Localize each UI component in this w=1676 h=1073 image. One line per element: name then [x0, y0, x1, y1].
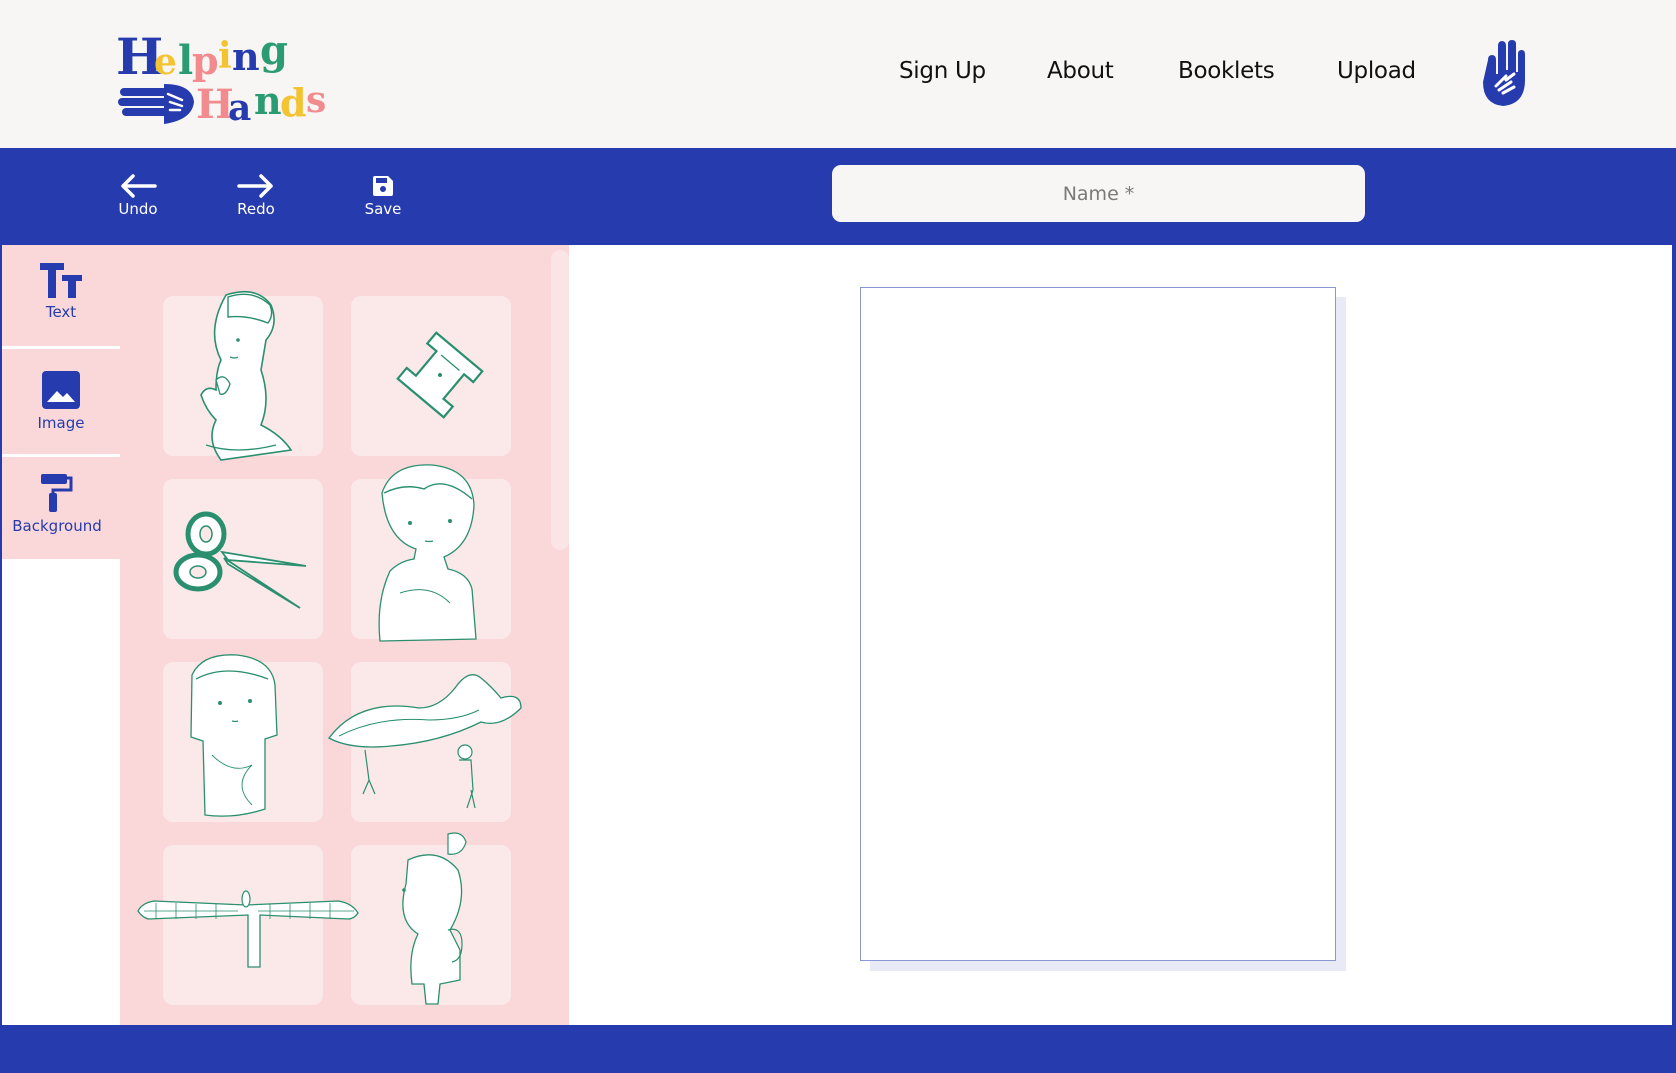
sticker-panel-scrollbar[interactable] [551, 250, 569, 550]
redo-button[interactable]: Redo [234, 174, 278, 218]
sticker-scissors[interactable] [172, 510, 312, 620]
sticker-girl-portrait[interactable] [182, 654, 282, 825]
tab-divider [2, 346, 120, 349]
svg-text:l: l [178, 37, 193, 84]
raised-hand-icon[interactable] [1482, 40, 1528, 106]
sticker-girl-with-backpack[interactable] [378, 830, 488, 1008]
sticker-angel-of-the-north[interactable] [136, 885, 360, 975]
tab-image-label: Image [37, 414, 85, 432]
tab-background-label: Background [12, 517, 102, 535]
tab-image[interactable]: Image [2, 370, 120, 432]
booklet-page-canvas[interactable] [860, 287, 1336, 961]
arrow-right-icon [237, 174, 273, 198]
undo-button[interactable]: Undo [116, 174, 160, 218]
tab-text[interactable]: Text [2, 261, 120, 321]
arrow-left-icon [121, 174, 157, 198]
nav-sign-up[interactable]: Sign Up [899, 58, 986, 84]
svg-text:s: s [306, 79, 326, 121]
nav-about[interactable]: About [1047, 58, 1114, 84]
paint-roller-icon [41, 474, 73, 512]
svg-text:e: e [154, 41, 177, 83]
booklet-name-input[interactable] [832, 165, 1365, 222]
redo-label: Redo [237, 200, 275, 218]
text-size-icon [40, 263, 82, 298]
nav-booklets[interactable]: Booklets [1178, 58, 1275, 84]
save-label: Save [364, 200, 402, 218]
svg-text:i: i [218, 35, 232, 77]
tool-tabs: Text Image Background [2, 245, 120, 559]
svg-text:p: p [192, 38, 219, 83]
sticker-pencil-sharpener[interactable] [390, 325, 490, 425]
svg-text:n: n [232, 34, 260, 79]
site-header: H e l p i n g H a n d s Sign Up About Bo… [0, 0, 1676, 148]
svg-text:n: n [254, 78, 282, 123]
nav-upload[interactable]: Upload [1337, 58, 1416, 84]
sticker-panel [120, 245, 569, 1025]
helping-hands-logo[interactable]: H e l p i n g H a n d s [116, 24, 336, 124]
tab-text-label: Text [45, 303, 77, 321]
undo-label: Undo [118, 200, 158, 218]
sticker-boy-portrait[interactable] [370, 463, 480, 643]
sticker-dragon-dance[interactable] [325, 660, 525, 820]
svg-text:a: a [228, 87, 251, 124]
save-button[interactable]: Save [362, 174, 404, 218]
tab-background[interactable]: Background [0, 473, 116, 535]
site-footer [0, 1025, 1676, 1073]
sticker-praying-boy[interactable] [186, 285, 296, 465]
floppy-disk-icon [373, 176, 393, 196]
svg-text:d: d [280, 80, 307, 124]
svg-text:g: g [260, 27, 288, 74]
image-icon [42, 371, 80, 409]
tab-divider [2, 454, 120, 457]
